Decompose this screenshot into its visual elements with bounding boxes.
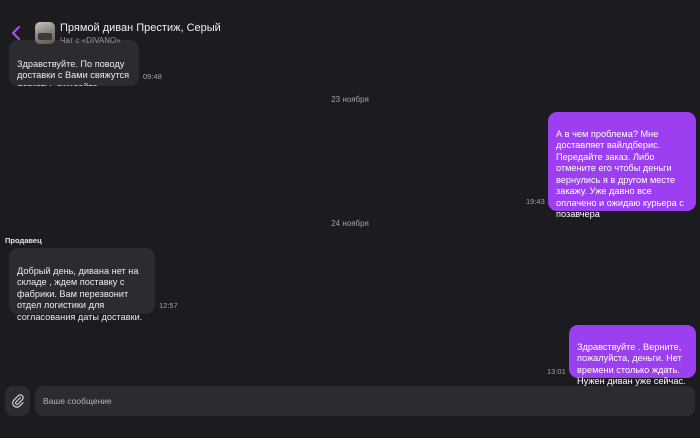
message-time: 19:43 [526, 197, 545, 206]
message-bubble-outgoing: А в чем проблема? Мне доставляет вайлдбе… [548, 112, 696, 219]
message-time: 13:01 [547, 367, 566, 376]
chat-window: Здравствуйте. По поводу доставки с Вами … [0, 0, 700, 438]
date-separator: 24 ноября [331, 219, 369, 228]
message-text: Здравствуйте. По поводу доставки с Вами … [17, 58, 130, 87]
message-bubble-incoming: Добрый день, дивана нет на складе , ждем… [9, 248, 155, 322]
message-text: Добрый день, дивана нет на складе , ждем… [17, 265, 143, 322]
message-time: 12:57 [159, 301, 178, 310]
message-text: А в чем проблема? Мне доставляет вайлдбе… [556, 128, 684, 220]
message-time: 09:48 [143, 72, 162, 81]
message-input[interactable] [35, 386, 695, 416]
chevron-left-icon [12, 26, 20, 40]
chat-subtitle: Чат с «DIVANO» [60, 36, 121, 45]
message-bubble-outgoing: Здравствуйте . Верните, пожалуйста, день… [569, 325, 696, 386]
chat-header: Прямой диван Престиж, Серый Чат с «DIVAN… [0, 0, 700, 48]
message-text: Здравствуйте . Верните, пожалуйста, день… [577, 341, 686, 387]
back-button[interactable] [8, 25, 24, 41]
product-thumbnail[interactable] [35, 22, 55, 44]
attach-button[interactable] [5, 386, 30, 416]
date-separator: 23 ноября [331, 95, 369, 104]
sender-label: Продавец [5, 236, 42, 245]
chat-title: Прямой диван Престиж, Серый [60, 22, 221, 34]
paperclip-icon [11, 394, 24, 408]
